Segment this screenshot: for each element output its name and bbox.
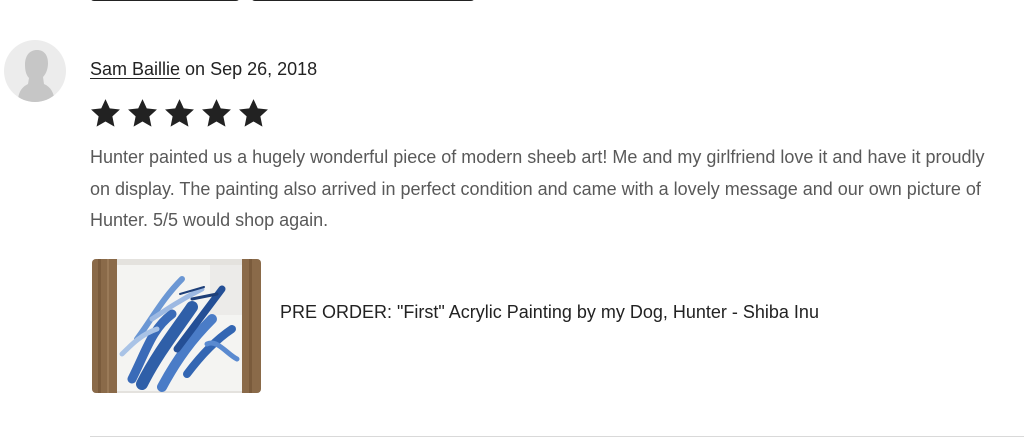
partial-button-left[interactable] bbox=[90, 0, 240, 1]
star-icon bbox=[165, 99, 194, 127]
product-thumbnail[interactable] bbox=[92, 259, 261, 393]
review-date: Sep 26, 2018 bbox=[210, 59, 318, 79]
product-title-link[interactable]: PRE ORDER: "First" Acrylic Painting by m… bbox=[280, 300, 840, 325]
review-page: Sam Baillie on Sep 26, 2018 Hunter paint… bbox=[0, 0, 1024, 441]
date-prefix: on bbox=[180, 59, 211, 79]
star-rating bbox=[89, 97, 270, 131]
divider bbox=[90, 436, 1024, 437]
review-text: Hunter painted us a hugely wonderful pie… bbox=[90, 147, 985, 230]
avatar bbox=[4, 40, 66, 102]
star-icon bbox=[128, 99, 157, 127]
reviewer-name-link[interactable]: Sam Baillie bbox=[90, 59, 180, 79]
review-meta: Sam Baillie on Sep 26, 2018 bbox=[90, 58, 317, 80]
star-icon bbox=[202, 99, 231, 127]
painting-thumbnail-icon bbox=[92, 259, 261, 393]
default-user-silhouette-icon bbox=[18, 50, 55, 102]
star-icon bbox=[91, 99, 120, 127]
partial-button-right[interactable] bbox=[251, 0, 475, 1]
star-icon bbox=[239, 99, 268, 127]
